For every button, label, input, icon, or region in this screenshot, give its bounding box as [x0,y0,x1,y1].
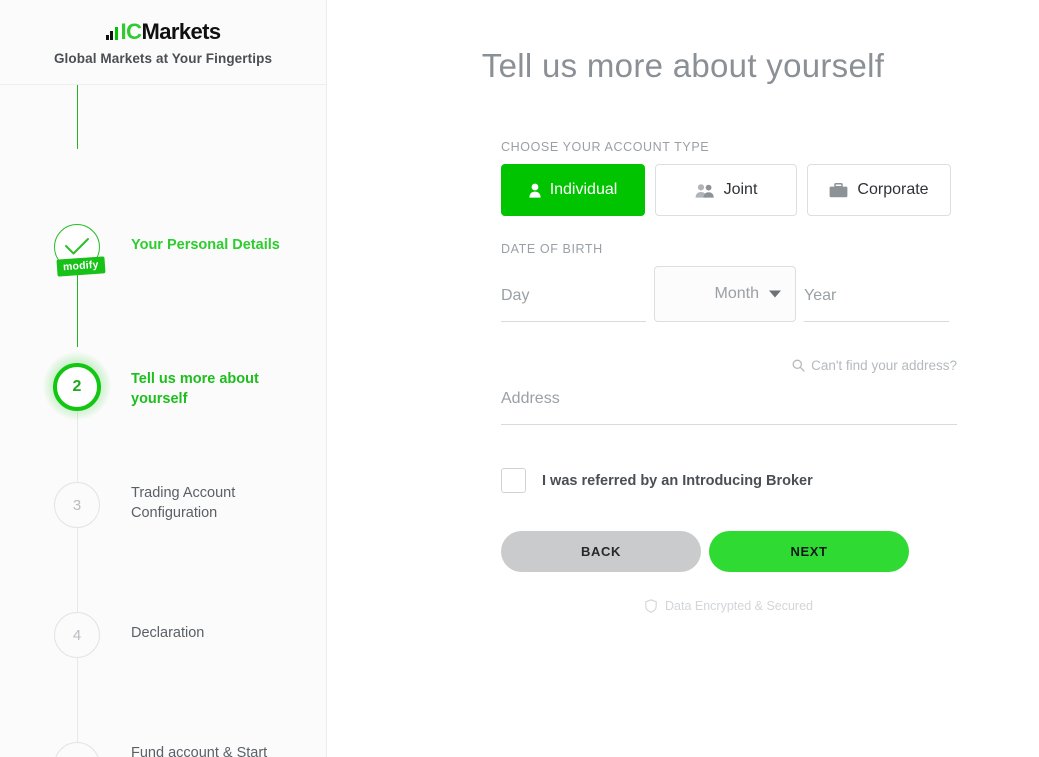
stepper-track-bottom [77,406,78,756]
address-help-link[interactable]: Can't find your address? [501,358,957,373]
back-button[interactable]: BACK [501,531,701,572]
stepper-item-fund-account[interactable]: Fund account & Start Trading [0,737,327,757]
address-help-label: Can't find your address? [811,358,957,373]
briefcase-icon [830,182,848,197]
logo: IC Markets [105,19,222,44]
search-icon [792,359,805,372]
step-3-number: 3 [72,496,82,514]
account-type-group: Individual Joint Corporate [501,164,957,216]
step-2-circle: 2 [53,363,101,411]
address-input[interactable] [501,381,957,425]
step-3-label: Trading Account Configuration [131,485,236,521]
main-content: Tell us more about yourself CHOOSE YOUR … [327,0,1039,757]
day-input[interactable] [501,278,646,322]
person-icon [529,183,541,198]
form-actions: BACK NEXT [501,531,957,572]
step-4-label: Declaration [131,625,205,641]
account-type-joint-button[interactable]: Joint [655,164,797,216]
step-1-label: Your Personal Details [131,237,280,253]
progress-stepper: modify Your Personal Details 2 Tell us m… [0,85,326,757]
introducing-broker-checkbox[interactable] [501,468,526,493]
year-input[interactable] [804,278,949,322]
account-type-label: CHOOSE YOUR ACCOUNT TYPE [501,140,710,154]
account-type-corporate-button[interactable]: Corporate [807,164,951,216]
introducing-broker-row: I was referred by an Introducing Broker [501,468,957,493]
introducing-broker-label: I was referred by an Introducing Broker [542,472,813,489]
security-note: Data Encrypted & Secured [501,599,957,613]
account-type-individual-button[interactable]: Individual [501,164,645,216]
brand-tagline: Global Markets at Your Fingertips [53,51,273,66]
registration-page: IC Markets Global Markets at Your Finger… [0,0,1039,757]
bar-chart-icon [105,27,118,40]
step-2-label: Tell us more about yourself [131,371,259,407]
brand-header: IC Markets Global Markets at Your Finger… [0,0,326,85]
stepper-item-declaration[interactable]: 4 Declaration [0,607,327,663]
step-5-circle [54,742,100,757]
stepper-track-middle [77,265,78,347]
step-4-circle: 4 [54,612,100,658]
stepper-item-about-you[interactable]: 2 Tell us more about yourself [0,347,327,420]
registration-form: CHOOSE YOUR ACCOUNT TYPE Individual Join… [501,140,957,613]
stepper-item-personal-details[interactable]: modify Your Personal Details [0,219,327,277]
check-icon [65,238,89,255]
shield-icon [645,599,657,613]
date-of-birth-label: DATE OF BIRTH [501,242,603,256]
date-of-birth-group: Month [501,266,957,322]
next-button[interactable]: NEXT [709,531,909,572]
logo-ic-text: IC [120,19,143,44]
stepper-item-trading-account[interactable]: 3 Trading Account Configuration [0,477,327,533]
chevron-down-icon [769,290,781,298]
stepper-track-top [77,85,78,149]
step-4-number: 4 [72,626,82,644]
account-type-joint-label: Joint [723,181,758,198]
step-2-number: 2 [72,378,82,395]
step-5-label: Fund account & Start Trading [131,745,268,757]
step-3-circle: 3 [54,482,100,528]
account-type-individual-label: Individual [549,181,618,198]
security-note-label: Data Encrypted & Secured [665,599,813,613]
page-title: Tell us more about yourself [481,47,885,84]
logo-markets-text: Markets [141,19,222,44]
sidebar: IC Markets Global Markets at Your Finger… [0,0,327,757]
month-select-value: Month [714,285,759,302]
people-icon [695,183,714,198]
modify-badge[interactable]: modify [56,256,106,277]
account-type-corporate-label: Corporate [857,181,929,198]
month-select[interactable]: Month [654,266,796,322]
